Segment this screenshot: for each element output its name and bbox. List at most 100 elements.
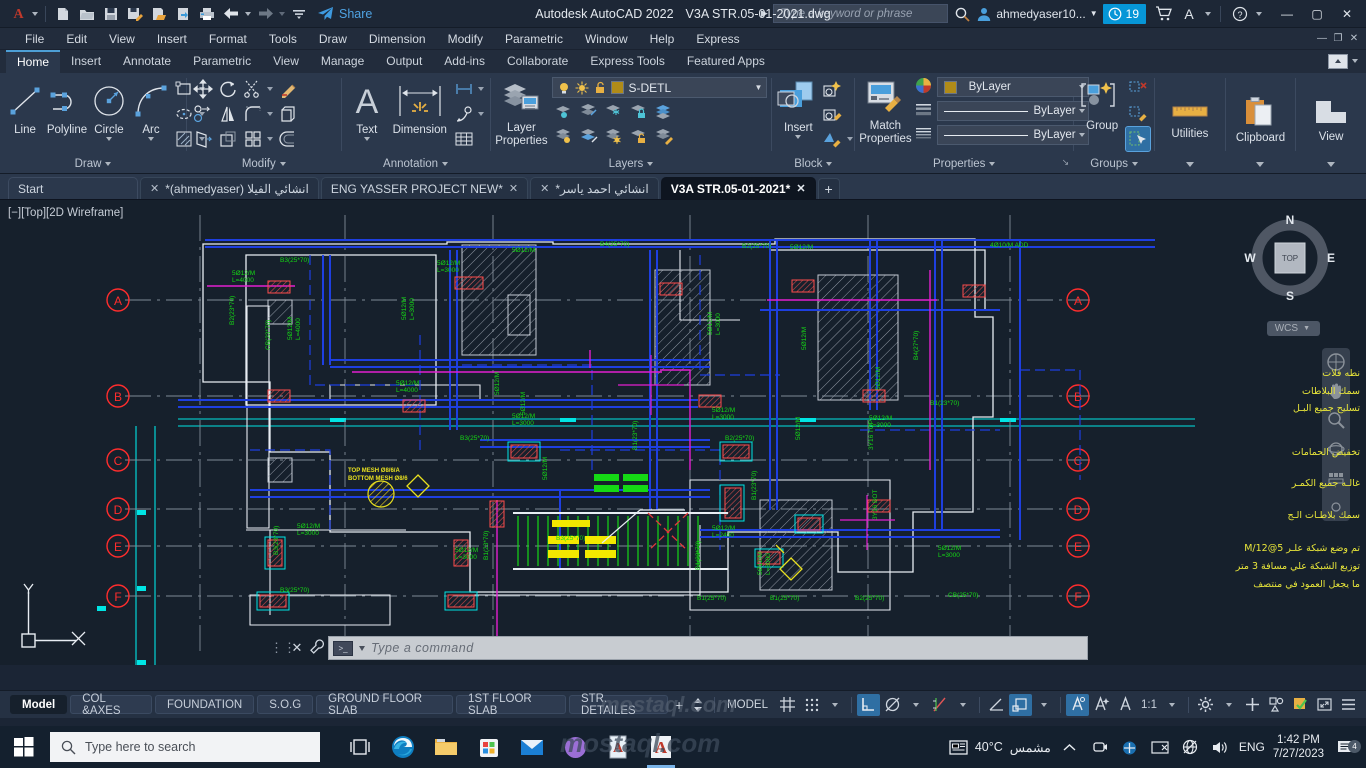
utilities-dropdown[interactable] (1155, 155, 1225, 173)
layer-unlock-all-icon[interactable] (627, 124, 651, 148)
draw-polyline-button[interactable]: Polyline (46, 77, 88, 136)
layout-tab-model[interactable]: Model (10, 695, 67, 714)
ribbon-minimize-icon[interactable] (1328, 54, 1348, 69)
menu-file[interactable]: File (14, 28, 55, 50)
move-icon[interactable] (191, 77, 215, 101)
dynamic-ucs-caret[interactable] (1033, 694, 1055, 716)
block-insert-button[interactable]: Insert (776, 77, 820, 139)
lineweight-combobox[interactable]: ByLayer (937, 125, 1089, 145)
help-caret[interactable] (1254, 2, 1264, 26)
file-tab-villa[interactable]: انشائي الفيلا (ahmedyaser)* ✕ (140, 177, 319, 199)
layer-make-current-icon[interactable] (652, 99, 676, 123)
trim-dropdown[interactable] (266, 77, 275, 101)
application-menu-caret[interactable] (30, 2, 40, 26)
scale-icon[interactable] (216, 127, 240, 151)
array-dropdown[interactable] (266, 127, 275, 151)
leader-icon[interactable] (452, 102, 476, 126)
office-icon[interactable] (555, 726, 595, 768)
properties-dialog-launcher[interactable]: ↘ (1062, 153, 1070, 171)
command-input[interactable]: >_ Type a command (328, 636, 1088, 660)
rotate-icon[interactable] (216, 77, 240, 101)
layer-color-swatch[interactable] (611, 81, 624, 94)
stretch-icon[interactable] (191, 127, 215, 151)
qat-customize-icon[interactable] (287, 2, 311, 26)
lineweight-icon[interactable] (915, 126, 932, 144)
dynamic-ucs-icon[interactable] (1009, 694, 1032, 716)
layout-overflow-icon[interactable] (687, 694, 709, 716)
layout-tab-1st-floor-slab[interactable]: 1ST FLOOR SLAB (456, 695, 566, 714)
task-view-icon[interactable] (340, 726, 380, 768)
plot-icon[interactable] (195, 2, 219, 26)
doc-close-button[interactable]: ✕ (1346, 33, 1362, 44)
panel-layers-title[interactable]: Layers (490, 155, 771, 173)
annotation-text-button[interactable]: A Text (346, 77, 388, 141)
doc-restore-button[interactable]: ❐ (1330, 33, 1346, 44)
command-line-grip[interactable]: ⋮⋮ (278, 636, 288, 660)
redo-caret[interactable] (277, 2, 287, 26)
view-icon[interactable] (1313, 98, 1349, 129)
command-line-close-icon[interactable]: ✕ (288, 640, 306, 656)
drawing-canvas[interactable]: [−][Top][2D Wireframe] (0, 200, 1366, 665)
color-wheel-icon[interactable] (915, 77, 932, 97)
input-language[interactable]: ENG (1239, 740, 1265, 754)
application-menu-button[interactable]: A (6, 2, 30, 26)
menu-tools[interactable]: Tools (258, 28, 308, 50)
menu-view[interactable]: View (98, 28, 146, 50)
display-settings-icon[interactable] (1149, 740, 1171, 755)
search-icon[interactable] (950, 2, 974, 26)
group-edit-icon[interactable] (1126, 102, 1150, 126)
mirror-icon[interactable] (216, 102, 240, 126)
doc-minimize-button[interactable]: — (1314, 33, 1330, 44)
menu-help[interactable]: Help (639, 28, 686, 50)
define-attributes-icon[interactable] (820, 127, 844, 151)
array-icon[interactable] (241, 127, 265, 151)
annotation-scale-value[interactable]: 1:1 (1138, 694, 1160, 716)
tab-featured-apps[interactable]: Featured Apps (676, 50, 776, 73)
customize-cross-icon[interactable] (1241, 694, 1264, 716)
annotation-visibility-icon[interactable] (1066, 694, 1089, 716)
teamviewer-icon[interactable] (1119, 739, 1141, 756)
annotation-scale-caret[interactable] (1161, 694, 1183, 716)
panel-draw-title[interactable]: Draw (0, 155, 186, 173)
trial-days-badge[interactable]: 19 (1103, 4, 1146, 24)
snap-mode-icon[interactable] (800, 694, 823, 716)
command-line-customize-icon[interactable] (306, 639, 328, 657)
microsoft-store-icon[interactable] (469, 726, 509, 768)
draw-line-button[interactable]: Line (4, 77, 46, 136)
tab-insert[interactable]: Insert (60, 50, 112, 73)
annotation-dimension-button[interactable]: Dimension (388, 77, 452, 136)
microsoft-edge-icon[interactable] (383, 726, 423, 768)
cart-icon[interactable] (1151, 2, 1175, 26)
grid-display-icon[interactable] (776, 694, 799, 716)
wcs-selector[interactable]: WCS ▼ (1267, 321, 1320, 336)
tab-annotate[interactable]: Annotate (112, 50, 182, 73)
draw-arc-button[interactable]: Arc (130, 77, 172, 141)
mail-icon[interactable] (512, 726, 552, 768)
undo-caret[interactable] (243, 2, 253, 26)
tab-view[interactable]: View (262, 50, 310, 73)
create-block-icon[interactable] (820, 77, 844, 101)
menu-window[interactable]: Window (574, 28, 639, 50)
layout-tab-foundation[interactable]: FOUNDATION (155, 695, 254, 714)
tab-parametric[interactable]: Parametric (182, 50, 262, 73)
start-button[interactable] (0, 726, 48, 768)
panel-modify-title[interactable]: Modify (187, 155, 341, 173)
tab-express-tools[interactable]: Express Tools (579, 50, 675, 73)
file-tab-ahmed-yasser[interactable]: انشائي احمد ياسر* ✕ (530, 177, 659, 199)
share-button[interactable]: Share (317, 6, 372, 21)
autoscale-icon[interactable] (1090, 694, 1113, 716)
tray-expand-icon[interactable] (1059, 743, 1081, 752)
group-selection-toggle-icon[interactable] (1126, 127, 1150, 151)
taskbar-clock[interactable]: 1:42 PM 7/27/2023 (1273, 733, 1324, 762)
export-icon[interactable] (147, 2, 171, 26)
webcam-icon[interactable] (1089, 739, 1111, 755)
new-layout-button[interactable]: + (671, 697, 687, 713)
panel-properties-title[interactable]: Properties ↘ (855, 155, 1073, 173)
layer-match-icon[interactable] (652, 124, 676, 148)
tab-output[interactable]: Output (375, 50, 433, 73)
layout-tab-col-axes[interactable]: COL &AXES (70, 695, 152, 714)
file-tab-v3a-str[interactable]: V3A STR.05-01-2021* ✕ (661, 177, 816, 199)
layer-turn-all-on-icon[interactable] (552, 124, 576, 148)
autodesk-app-caret[interactable] (1203, 2, 1213, 26)
autocad-document-icon[interactable]: A (598, 726, 638, 768)
